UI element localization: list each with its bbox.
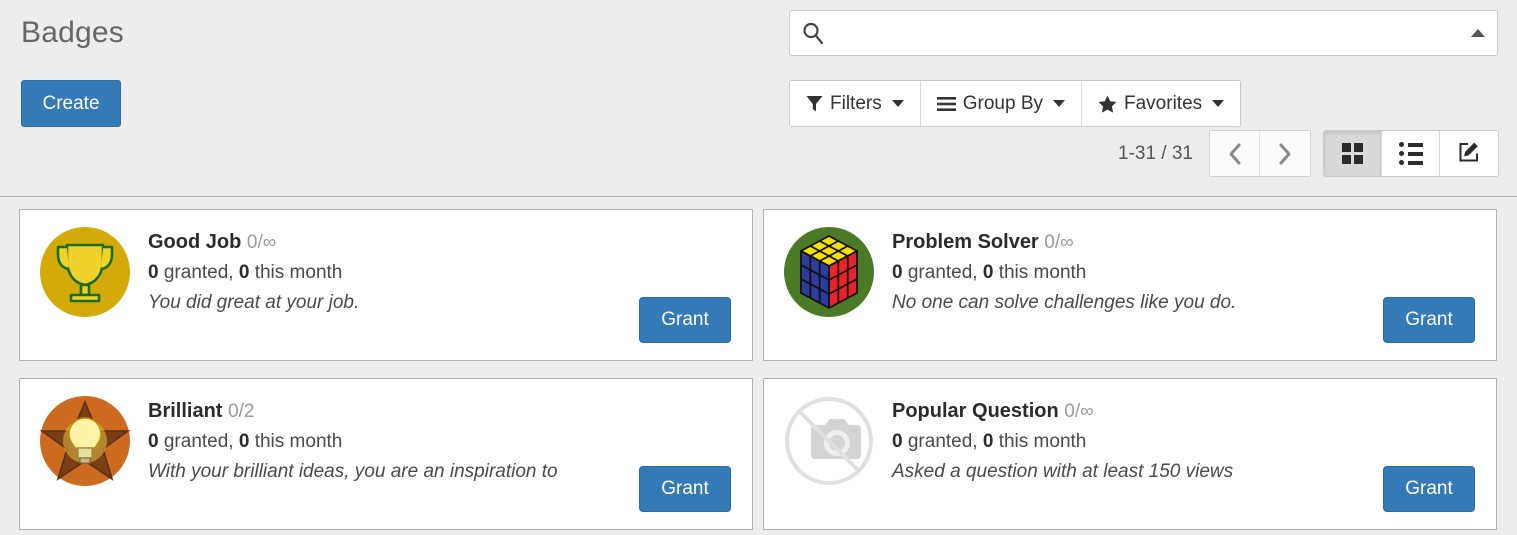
- hamburger-menu-icon: [936, 96, 956, 112]
- card-title: Popular Question 0/∞: [892, 400, 1233, 423]
- card-description: Asked a question with at least 150 views: [892, 461, 1234, 482]
- grant-button[interactable]: Grant: [1383, 297, 1475, 343]
- chevron-down-icon: [891, 100, 904, 107]
- card-granted-count: 0: [148, 262, 159, 283]
- card-title-text: Popular Question: [892, 400, 1059, 422]
- control-panel: Badges Create Filters Group By Favorites…: [0, 0, 1517, 197]
- card-stats: 0 granted, 0 this month: [892, 431, 1233, 453]
- pager-previous-button[interactable]: [1210, 131, 1260, 176]
- card-title-text: Problem Solver: [892, 231, 1039, 253]
- card-month-count: 0: [238, 431, 250, 452]
- kanban-container: Good Job 0/∞ 0 granted, 0 this month You…: [0, 198, 1517, 535]
- favorites-label: Favorites: [1124, 92, 1203, 114]
- pager-count: 1-31 / 31: [1118, 142, 1193, 164]
- card-quota: 0/∞: [246, 232, 277, 253]
- kanban-card[interactable]: Good Job 0/∞ 0 granted, 0 this month You…: [19, 209, 753, 361]
- filters-dropdown[interactable]: Filters: [790, 81, 921, 126]
- view-button-list[interactable]: [1382, 131, 1440, 176]
- group-by-label: Group By: [962, 92, 1043, 114]
- chevron-down-icon: [1053, 100, 1065, 107]
- caret-up-icon[interactable]: [1471, 29, 1485, 37]
- star-icon: [1098, 94, 1117, 113]
- card-body: Popular Question 0/∞ 0 granted, 0 this m…: [892, 393, 1233, 489]
- edit-pencil-icon: [1457, 140, 1481, 167]
- card-quota: 0/∞: [1044, 232, 1074, 253]
- card-stats: 0 granted, 0 this month: [148, 262, 359, 284]
- card-title-text: Brilliant: [148, 400, 223, 422]
- list-view-icon: [1398, 142, 1423, 165]
- rubiks-cube-badge-icon: [781, 224, 877, 320]
- lightbulb-star-badge-icon: [37, 393, 133, 489]
- card-title: Problem Solver 0/∞: [892, 231, 1236, 254]
- card-granted-label: granted,: [902, 262, 983, 283]
- broken-image-placeholder-icon: [781, 393, 877, 489]
- grant-button[interactable]: Grant: [1383, 466, 1475, 512]
- card-title: Brilliant 0/2: [148, 400, 558, 423]
- filters-label: Filters: [830, 92, 882, 114]
- card-month-label: this month: [249, 431, 343, 452]
- toolbar-button-group: Filters Group By Favorites: [789, 80, 1242, 127]
- group-by-dropdown[interactable]: Group By: [920, 81, 1082, 126]
- card-granted-count: 0: [892, 262, 903, 283]
- trophy-badge-icon: [37, 224, 133, 320]
- card-body: Good Job 0/∞ 0 granted, 0 this month You…: [148, 224, 359, 320]
- search-bar[interactable]: [789, 10, 1498, 57]
- card-granted-label: granted,: [902, 431, 983, 452]
- pager-row: 1-31 / 31: [1118, 130, 1499, 177]
- kanban-card[interactable]: Brilliant 0/2 0 granted, 0 this month Wi…: [19, 378, 753, 530]
- favorites-dropdown[interactable]: Favorites: [1082, 81, 1241, 126]
- card-body: Brilliant 0/2 0 granted, 0 this month Wi…: [148, 393, 558, 489]
- card-month-label: this month: [249, 262, 343, 283]
- grant-button[interactable]: Grant: [639, 297, 731, 343]
- card-month-count: 0: [982, 262, 994, 283]
- view-button-kanban[interactable]: [1324, 131, 1382, 176]
- card-quota: 0/2: [228, 401, 255, 422]
- card-granted-count: 0: [892, 431, 903, 452]
- grant-button[interactable]: Grant: [639, 466, 731, 512]
- view-button-form[interactable]: [1440, 131, 1498, 176]
- search-icon: [801, 21, 825, 45]
- card-stats: 0 granted, 0 this month: [148, 431, 558, 453]
- card-description: No one can solve challenges like you do.: [892, 292, 1237, 313]
- card-description: You did great at your job.: [148, 292, 360, 313]
- kanban-card[interactable]: Problem Solver 0/∞ 0 granted, 0 this mon…: [763, 209, 1497, 361]
- chevron-down-icon: [1212, 100, 1225, 107]
- view-switcher: [1323, 130, 1499, 177]
- card-month-count: 0: [982, 431, 994, 452]
- page-title: Badges: [21, 16, 124, 49]
- card-body: Problem Solver 0/∞ 0 granted, 0 this mon…: [892, 224, 1236, 320]
- create-button[interactable]: Create: [21, 80, 121, 127]
- grid-view-icon: [1342, 143, 1363, 164]
- kanban-card[interactable]: Popular Question 0/∞ 0 granted, 0 this m…: [763, 378, 1497, 530]
- card-description: With your brilliant ideas, you are an in…: [148, 461, 558, 482]
- card-month-label: this month: [993, 262, 1087, 283]
- pager-nav-group: [1209, 130, 1311, 177]
- filter-funnel-icon: [806, 95, 823, 113]
- card-granted-label: granted,: [158, 431, 239, 452]
- card-quota: 0/∞: [1064, 401, 1094, 422]
- search-input[interactable]: [832, 11, 1451, 57]
- pager-next-button[interactable]: [1260, 131, 1310, 176]
- card-month-label: this month: [993, 431, 1087, 452]
- card-granted-label: granted,: [158, 262, 239, 283]
- card-title-text: Good Job: [148, 231, 242, 253]
- card-stats: 0 granted, 0 this month: [892, 262, 1236, 284]
- card-month-count: 0: [238, 262, 250, 283]
- card-granted-count: 0: [148, 431, 159, 452]
- card-title: Good Job 0/∞: [148, 231, 359, 254]
